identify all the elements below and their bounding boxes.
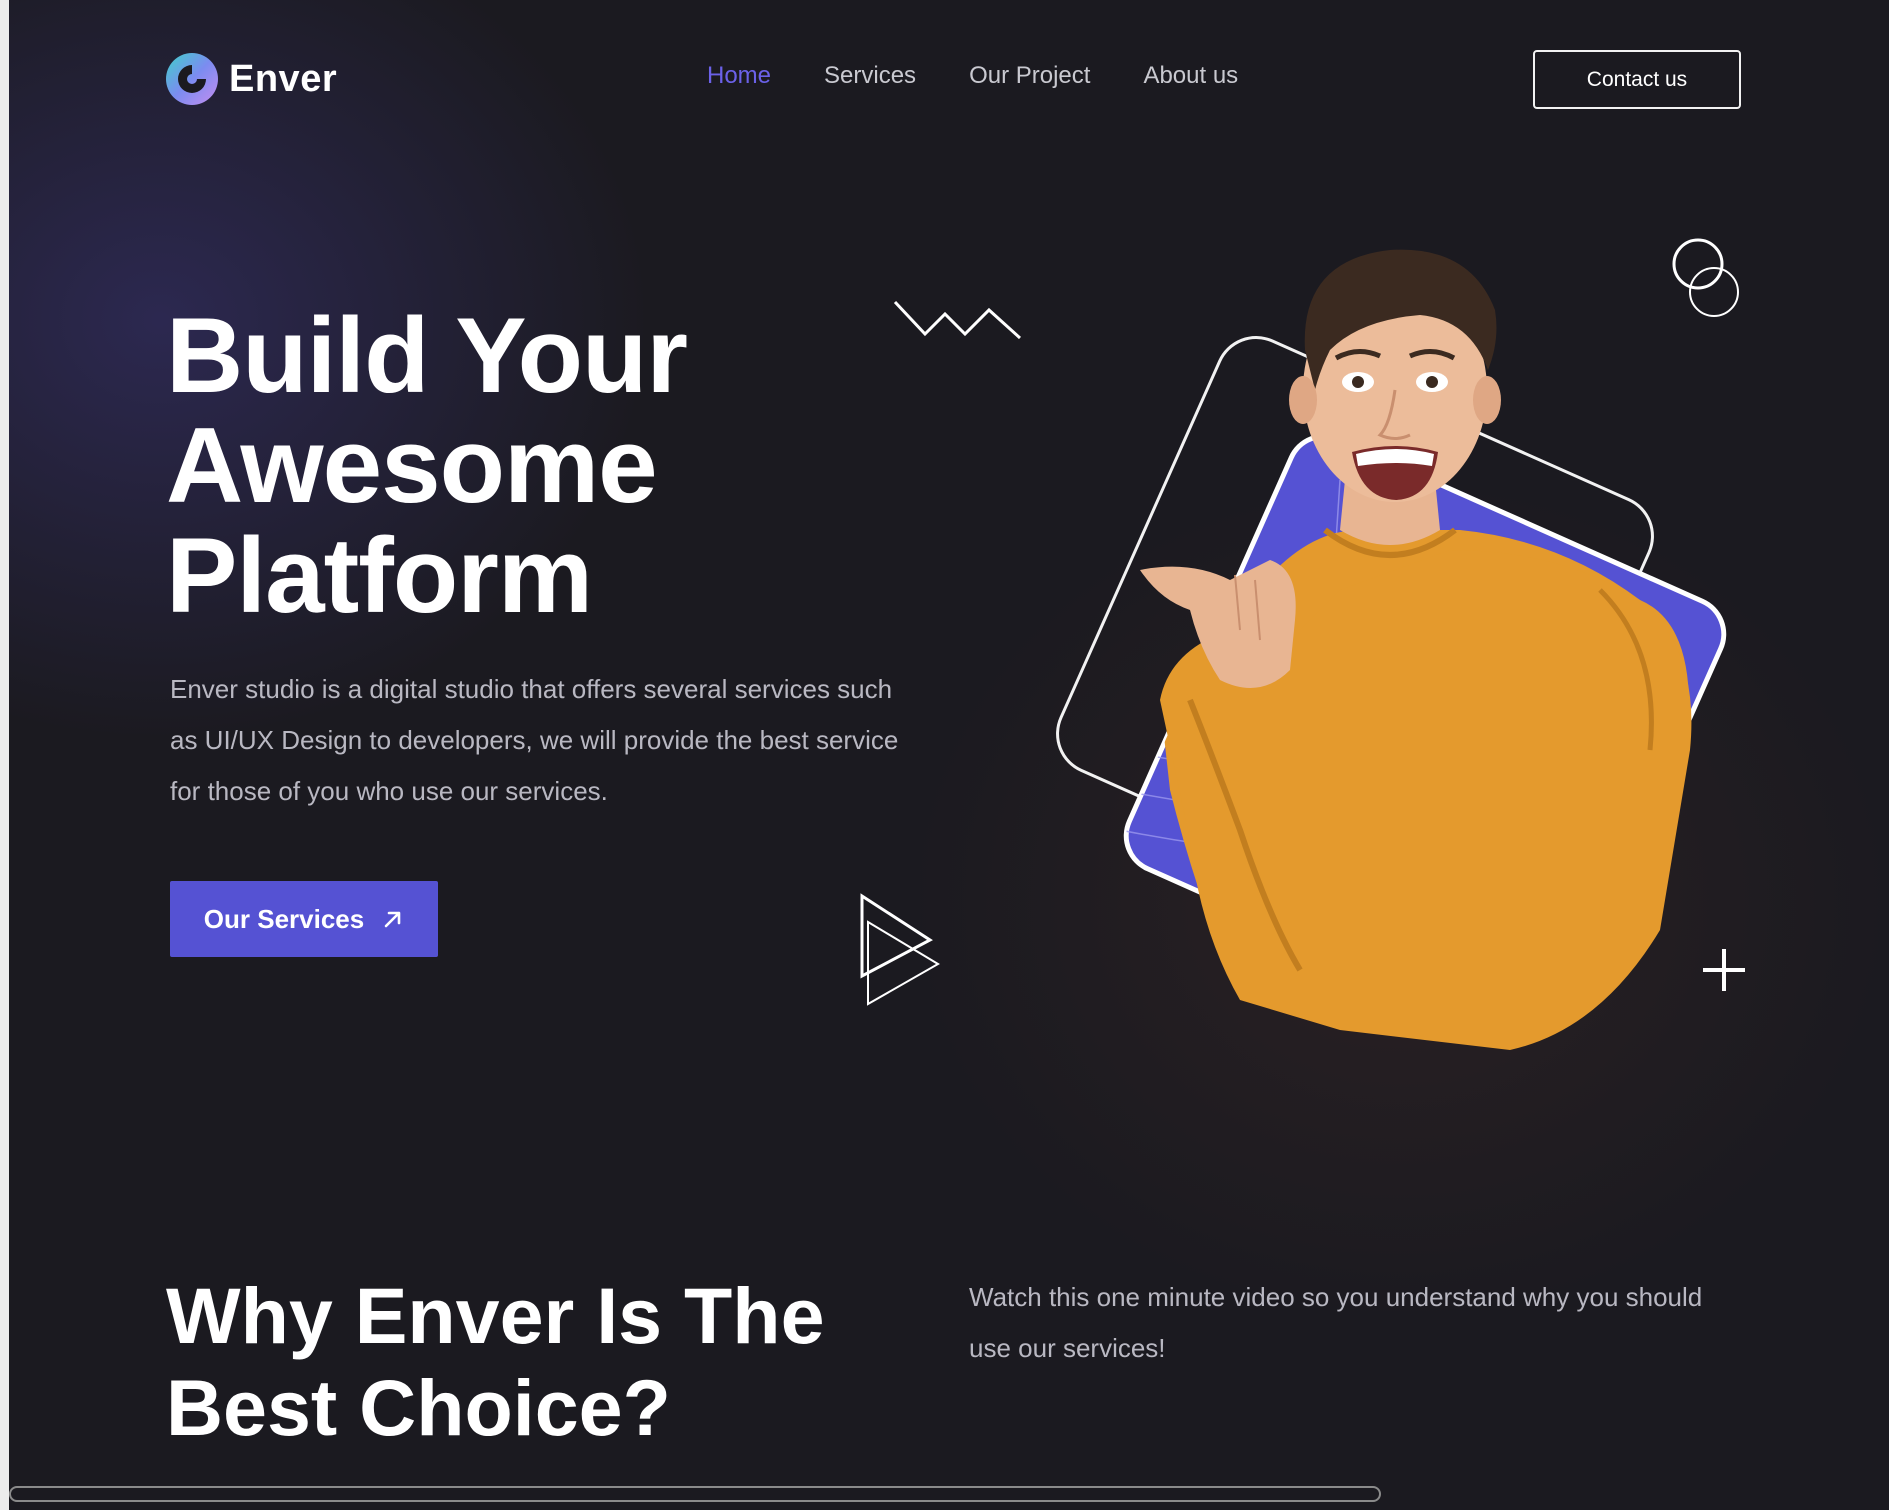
hero-title-line: Platform: [166, 515, 593, 635]
main-nav: Home Services Our Project About us: [707, 62, 1238, 90]
hero-person-image: [1056, 249, 1736, 1050]
our-services-button[interactable]: Our Services: [170, 881, 438, 957]
zigzag-decoration: [893, 300, 1022, 340]
why-title-line: Best Choice?: [166, 1363, 671, 1452]
why-description: Watch this one minute video so you under…: [969, 1282, 1703, 1363]
play-triangles-decoration: [860, 893, 940, 1006]
arrow-up-right-icon: [384, 911, 401, 928]
nav-our-project[interactable]: Our Project: [969, 62, 1090, 90]
why-title-line: Why Enver Is The: [166, 1271, 825, 1360]
logo-icon: [166, 53, 218, 105]
contact-button[interactable]: Contact us: [1533, 50, 1741, 109]
our-services-label: Our Services: [203, 903, 365, 934]
logo[interactable]: Enver: [165, 52, 337, 106]
window-left-edge: [0, 0, 9, 1510]
why-title: Why Enver Is The Best Choice?: [166, 1270, 906, 1454]
hero-title: Build Your Awesome Platform: [166, 300, 886, 630]
nav-home[interactable]: Home: [707, 62, 771, 90]
nav-about-us[interactable]: About us: [1143, 62, 1238, 90]
nav-services[interactable]: Services: [824, 62, 916, 90]
hero-title-line: Awesome: [166, 405, 658, 525]
horizontal-scrollbar[interactable]: [9, 1486, 1381, 1502]
hero-title-line: Build Your: [166, 295, 688, 415]
logo-text: Enver: [229, 57, 338, 100]
hero-description: Enver studio is a digital studio that of…: [170, 674, 899, 806]
